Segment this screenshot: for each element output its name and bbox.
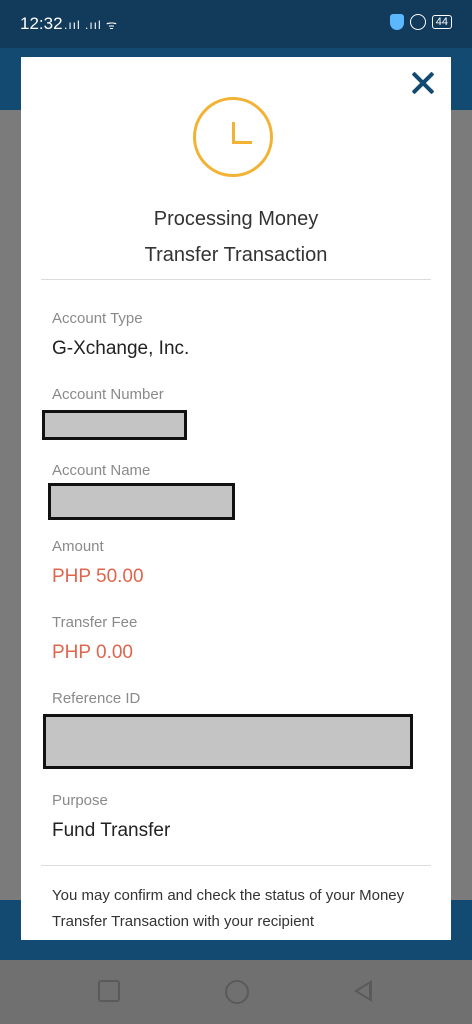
amount-label: Amount [52, 538, 104, 555]
nav-recents-icon[interactable] [98, 980, 120, 1002]
account-type-label: Account Type [52, 310, 143, 327]
divider-bottom [41, 865, 431, 866]
divider [41, 279, 431, 280]
reference-id-redacted [43, 714, 413, 769]
account-number-label: Account Number [52, 386, 164, 403]
clock-icon [193, 97, 273, 177]
account-type-value: G-Xchange, Inc. [52, 338, 190, 359]
status-right: 44 [389, 14, 452, 30]
status-time: 12:32 [20, 14, 63, 33]
account-number-redacted [42, 410, 187, 440]
modal-title-line2: Transfer Transaction [144, 244, 328, 266]
purpose-value: Fund Transfer [52, 820, 171, 841]
system-nav-bar [0, 960, 472, 1024]
reference-id-label: Reference ID [52, 690, 141, 707]
nav-home-icon[interactable] [225, 980, 249, 1004]
battery-icon: 44 [431, 15, 452, 29]
status-bar: 12:32 .ııl .ııl ᯤ 44 [0, 0, 472, 48]
nav-back-icon[interactable] [354, 980, 372, 1002]
close-icon[interactable] [409, 69, 437, 97]
amount-value: PHP 50.00 [52, 566, 144, 587]
footnote-text: You may confirm and check the status of … [52, 887, 405, 930]
transfer-fee-label: Transfer Fee [52, 614, 138, 631]
modal-title-line1: Processing Money [153, 208, 319, 230]
purpose-label: Purpose [52, 792, 108, 809]
account-name-label: Account Name [52, 462, 151, 479]
lock-icon [409, 14, 426, 30]
signal-icons: .ııl .ııl ᯤ [64, 18, 118, 32]
modal-title: Processing Money Transfer Transaction [21, 201, 451, 273]
transaction-modal: Processing Money Transfer Transaction Ac… [21, 57, 451, 940]
transfer-fee-value: PHP 0.00 [52, 642, 133, 663]
shield-icon [389, 14, 404, 30]
account-name-redacted [48, 483, 235, 520]
